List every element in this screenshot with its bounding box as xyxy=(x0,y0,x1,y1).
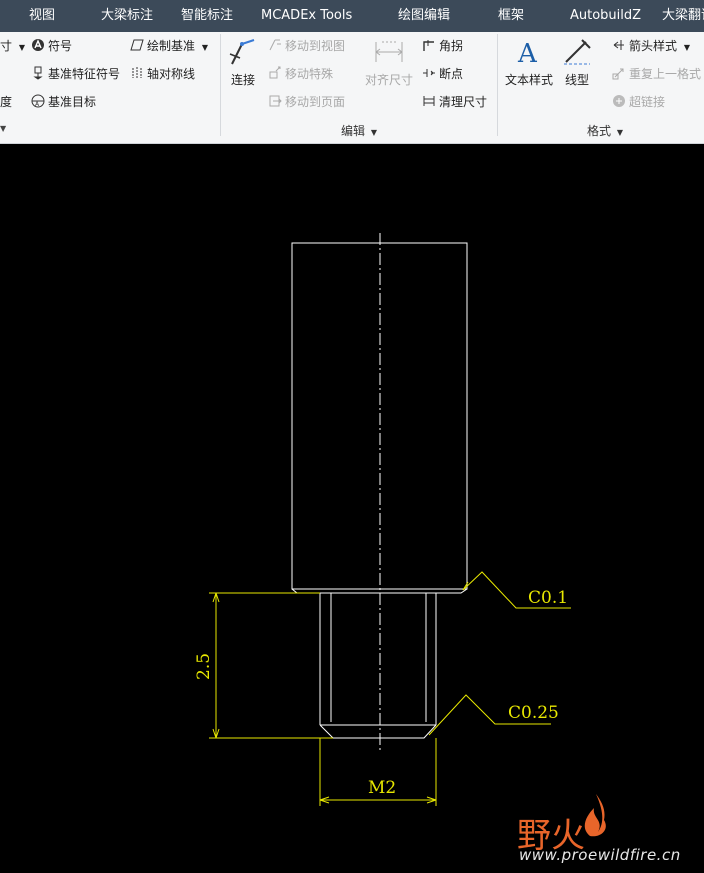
chevron-down-icon: ▼ xyxy=(370,128,377,137)
repeat-last-format-label: 重复上一格式 xyxy=(629,67,702,81)
tab-mcadex-tools[interactable]: MCADEx Tools xyxy=(261,0,352,32)
corner-icon xyxy=(423,40,434,51)
line-style-button[interactable]: 线型 xyxy=(558,36,596,88)
arrow-style-label: 箭头样式 xyxy=(629,39,678,53)
symbol-button[interactable]: 符号 xyxy=(31,38,72,54)
dimension-button[interactable]: 寸 ▼ xyxy=(0,38,25,56)
chevron-down-icon: ▼ xyxy=(201,43,208,52)
cleanup-dimensions-button[interactable]: 清理尺寸 xyxy=(422,94,487,110)
cleanup-dimensions-label: 清理尺寸 xyxy=(439,95,488,109)
drawing-canvas[interactable]: C0.1 C0.25 M2 2.5 xyxy=(0,144,704,873)
group-divider xyxy=(220,34,221,136)
datum-target-button[interactable]: A 基准目标 xyxy=(31,94,96,110)
dimension-label: 寸 xyxy=(0,39,13,53)
tab-frame[interactable]: 框架 xyxy=(498,0,524,32)
cleanup-dimensions-icon xyxy=(423,96,435,106)
connect-button[interactable]: 连接 xyxy=(224,36,262,88)
datum-feature-symbol-button[interactable]: 基准特征符号 xyxy=(31,66,120,82)
datum-feature-icon xyxy=(33,66,43,80)
ribbon-tab-bar: 视图 大梁标注 智能标注 MCADEx Tools 绘图编辑 框架 Autobu… xyxy=(0,0,704,32)
arrow-style-icon xyxy=(613,40,624,50)
format-group-label[interactable]: 格式 ▼ xyxy=(587,122,623,139)
format-group-text: 格式 xyxy=(587,124,612,138)
axis-symmetry-icon xyxy=(132,67,142,79)
chevron-down-icon: ▼ xyxy=(683,43,690,52)
axis-symmetry-label: 轴对称线 xyxy=(147,67,196,81)
move-special-icon xyxy=(269,66,281,79)
connect-label: 连接 xyxy=(230,73,255,87)
corner-button[interactable]: 角拐 xyxy=(422,38,463,54)
move-to-view-icon xyxy=(269,39,281,51)
text-style-button[interactable]: A 文本样式 xyxy=(502,36,556,88)
tab-beam-annotation[interactable]: 大梁标注 xyxy=(101,0,153,32)
move-special-label: 移动特殊 xyxy=(285,67,334,81)
move-to-page-label: 移动到页面 xyxy=(285,95,346,109)
datum-feature-label: 基准特征符号 xyxy=(48,67,121,81)
ribbon-panel: 寸 ▼ 符号 基准特征符号 度 A 基准目标 绘制基准 ▼ 轴对称线 ▼ 连接 移… xyxy=(0,32,704,144)
degree-button[interactable]: 度 xyxy=(0,94,12,110)
symbol-label: 符号 xyxy=(48,39,73,53)
align-dimensions-label: 对齐尺寸 xyxy=(364,73,413,87)
top-chamfer-label[interactable]: C0.1 xyxy=(528,588,568,608)
datum-target-icon: A xyxy=(31,94,45,108)
text-style-icon: A xyxy=(517,39,538,69)
repeat-format-icon xyxy=(612,68,624,80)
text-style-label: 文本样式 xyxy=(504,73,553,87)
chevron-down-icon: ▼ xyxy=(616,128,623,137)
repeat-last-format-button[interactable]: 重复上一格式 xyxy=(612,66,701,82)
sketch-datum-button[interactable]: 绘制基准 ▼ xyxy=(130,38,208,56)
tab-beam-translate[interactable]: 大梁翻译 xyxy=(662,0,704,32)
thread-label[interactable]: M2 xyxy=(368,778,396,798)
degree-label: 度 xyxy=(0,95,13,109)
sketch-datum-icon xyxy=(130,39,144,51)
symbol-icon xyxy=(32,39,44,51)
datum-target-label: 基准目标 xyxy=(48,95,97,109)
breakpoint-label: 断点 xyxy=(439,67,464,81)
move-to-page-icon xyxy=(269,95,282,107)
move-to-page-button[interactable]: 移动到页面 xyxy=(268,94,345,110)
line-style-label: 线型 xyxy=(564,73,589,87)
axis-symmetry-button[interactable]: 轴对称线 xyxy=(130,66,195,82)
breakpoint-button[interactable]: 断点 xyxy=(422,66,463,82)
sketch-datum-label: 绘制基准 xyxy=(147,39,196,53)
connect-icon xyxy=(229,39,255,65)
arrow-style-button[interactable]: 箭头样式 ▼ xyxy=(612,38,690,56)
tab-autobuildz[interactable]: AutobuildZ xyxy=(570,0,641,32)
align-dimensions-icon xyxy=(375,41,403,62)
annotate-group-expander[interactable]: ▼ xyxy=(0,124,6,133)
move-special-button[interactable]: 移动特殊 xyxy=(268,66,333,82)
flame-icon xyxy=(584,794,606,837)
chevron-down-icon: ▼ xyxy=(18,43,25,52)
svg-text:A: A xyxy=(517,39,538,68)
hyperlink-label: 超链接 xyxy=(629,95,666,109)
breakpoint-icon xyxy=(423,69,435,77)
watermark-url: www.proewildfire.cn xyxy=(519,846,681,864)
tab-smart-annotation[interactable]: 智能标注 xyxy=(181,0,233,32)
edit-group-label[interactable]: 编辑 ▼ xyxy=(341,122,377,139)
line-style-icon xyxy=(564,39,591,65)
group-divider xyxy=(497,34,498,136)
tab-drawing-edit[interactable]: 绘图编辑 xyxy=(398,0,450,32)
move-to-view-button[interactable]: 移动到视图 xyxy=(268,38,345,54)
bottom-chamfer-label[interactable]: C0.25 xyxy=(508,703,559,723)
canvas-background xyxy=(0,144,704,873)
edit-group-text: 编辑 xyxy=(341,124,366,138)
move-to-view-label: 移动到视图 xyxy=(285,39,346,53)
corner-label: 角拐 xyxy=(439,39,464,53)
hyperlink-icon xyxy=(613,95,625,107)
tab-view[interactable]: 视图 xyxy=(29,0,55,32)
align-dimensions-button[interactable]: 对齐尺寸 xyxy=(363,36,415,88)
length-label[interactable]: 2.5 xyxy=(194,653,214,680)
hyperlink-button[interactable]: 超链接 xyxy=(612,94,665,110)
